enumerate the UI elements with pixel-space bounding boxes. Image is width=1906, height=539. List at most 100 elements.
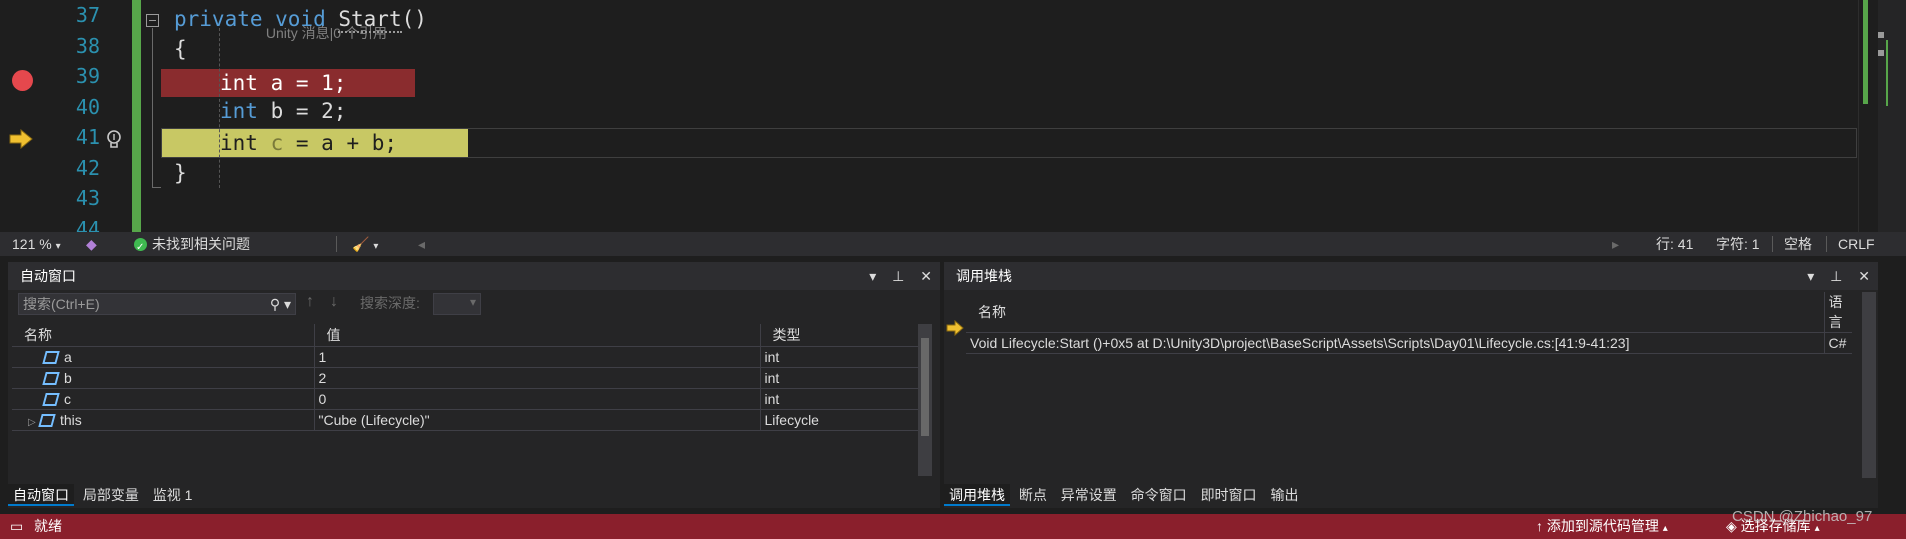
variable-name-cell[interactable]: ▷ this xyxy=(12,409,315,431)
variable-name: c xyxy=(257,131,284,155)
tab-locals[interactable]: 局部变量 xyxy=(78,484,144,506)
search-next-icon[interactable]: ↓ xyxy=(330,293,338,311)
search-placeholder: 搜索(Ctrl+E) xyxy=(23,296,100,312)
editor-overview-ruler[interactable] xyxy=(1878,0,1906,232)
call-stack-table: 名称 语言 Void Lifecycle:Start ()+0x5 at D:\… xyxy=(966,292,1852,354)
scroll-left-icon[interactable]: ◂ xyxy=(418,232,425,256)
current-frame-arrow-icon xyxy=(946,320,964,336)
variable-name: a xyxy=(64,348,72,365)
call-stack-title-bar: 调用堆栈 ▾ ⊥ ✕ xyxy=(944,262,1878,290)
scrollbar-thumb[interactable] xyxy=(1865,306,1873,462)
code-cleanup-icon[interactable]: 🧹 ▾ xyxy=(352,232,378,256)
table-row[interactable]: Void Lifecycle:Start ()+0x5 at D:\Unity3… xyxy=(966,332,1852,354)
table-row[interactable]: b 2 int xyxy=(12,367,920,389)
status-ready: 就绪 xyxy=(34,518,62,534)
variable-name-cell[interactable]: b xyxy=(12,367,315,389)
char-indicator[interactable]: 字符: 1 xyxy=(1716,232,1760,256)
issues-indicator[interactable]: 未找到相关问题 xyxy=(134,232,250,260)
tab-command-window[interactable]: 命令窗口 xyxy=(1126,484,1192,506)
ruler-change-marker xyxy=(1886,40,1888,106)
line-number: 42 xyxy=(75,155,100,180)
search-icon[interactable]: ⚲ ▾ xyxy=(270,294,291,314)
intellicode-icon[interactable]: ◆ xyxy=(86,232,97,256)
variable-name-cell[interactable]: c xyxy=(12,388,315,410)
line-indicator[interactable]: 行: 41 xyxy=(1656,232,1693,256)
field-icon xyxy=(38,413,56,427)
call-stack-window: 调用堆栈 ▾ ⊥ ✕ 名称 语言 Void Lifecycle:Start ()… xyxy=(944,262,1878,508)
search-depth-label: 搜索深度: xyxy=(360,295,420,311)
stack-frame-cell[interactable]: Void Lifecycle:Start ()+0x5 at D:\Unity3… xyxy=(966,332,1825,354)
editor-status-line: 121 % ▾ ◆ 未找到相关问题 🧹 ▾ ◂ ▸ 行: 41 字符: 1 空格… xyxy=(0,232,1906,260)
field-icon xyxy=(42,392,60,406)
close-icon[interactable]: ✕ xyxy=(920,268,932,284)
column-header-name[interactable]: 名称 xyxy=(966,292,1825,333)
breakpoint-icon[interactable] xyxy=(12,70,33,91)
column-header-value[interactable]: 值 xyxy=(314,324,761,347)
pin-icon[interactable]: ⊥ xyxy=(1830,268,1842,284)
whitespace-indicator[interactable]: 空格 xyxy=(1784,232,1812,256)
search-previous-icon[interactable]: ↑ xyxy=(306,293,314,311)
change-tracking-bar xyxy=(132,0,141,232)
code-editor[interactable]: 37 38 39 40 41 42 43 44 Unity 消息|0 个引用 p… xyxy=(0,0,1906,241)
chevron-down-icon[interactable]: ▾ xyxy=(56,241,61,252)
scrollbar-thumb[interactable] xyxy=(921,338,929,436)
autos-vertical-scrollbar[interactable] xyxy=(918,324,932,476)
code-text: b = 2; xyxy=(257,99,347,123)
search-depth-select[interactable] xyxy=(433,293,481,315)
notification-icon[interactable]: ▭ xyxy=(10,514,23,539)
variable-value-cell[interactable]: 0 xyxy=(314,388,761,410)
zoom-level[interactable]: 121 % ▾ xyxy=(12,232,61,256)
dropdown-icon[interactable]: ▾ xyxy=(869,268,876,284)
variable-name: b xyxy=(64,369,72,386)
table-row[interactable]: c 0 int xyxy=(12,388,920,410)
call-stack-vertical-scrollbar[interactable] xyxy=(1862,292,1876,478)
check-icon xyxy=(134,236,147,260)
tab-call-stack[interactable]: 调用堆栈 xyxy=(944,484,1010,506)
tab-output[interactable]: 输出 xyxy=(1265,484,1303,506)
collapse-outline-icon[interactable] xyxy=(146,14,159,27)
dropdown-icon[interactable]: ▾ xyxy=(1807,268,1814,284)
column-header-language[interactable]: 语言 xyxy=(1824,292,1852,333)
autos-table: 名称 值 类型 a 1 int b 2 int c 0 int ▷ this "… xyxy=(12,324,920,431)
panel-title: 自动窗口 xyxy=(20,268,76,284)
keyword: private void xyxy=(174,7,339,31)
issues-label: 未找到相关问题 xyxy=(152,236,250,252)
variable-value-cell[interactable]: 2 xyxy=(314,367,761,389)
tab-breakpoints[interactable]: 断点 xyxy=(1014,484,1052,506)
variable-name-cell[interactable]: a xyxy=(12,346,315,368)
editor-vertical-scrollbar[interactable] xyxy=(1858,0,1878,232)
zoom-label[interactable]: 121 % xyxy=(12,236,52,252)
line-numbers: 37 38 39 40 41 42 43 44 xyxy=(40,0,104,244)
status-bar: ▭ 就绪 ↑ 添加到源代码管理 ▴ ◈ 选择存储库 ▴ CSDN @Zhicha… xyxy=(0,508,1906,539)
variable-type-cell: int xyxy=(760,346,920,368)
glyph-margin[interactable] xyxy=(0,0,40,232)
scroll-right-icon[interactable]: ▸ xyxy=(1612,232,1619,256)
line-ending-indicator[interactable]: CRLF xyxy=(1838,232,1875,256)
variable-value-cell[interactable]: 1 xyxy=(314,346,761,368)
variable-type-cell: int xyxy=(760,388,920,410)
autos-window: 自动窗口 ▾ ⊥ ✕ 搜索(Ctrl+E) ⚲ ▾ ↑ ↓ 搜索深度: 名称 值… xyxy=(8,262,940,508)
variable-type-cell: Lifecycle xyxy=(760,409,920,431)
divider xyxy=(1772,236,1773,252)
source-control-button[interactable]: ↑ 添加到源代码管理 ▴ xyxy=(1536,514,1668,539)
table-row[interactable]: a 1 int xyxy=(12,346,920,368)
variable-value-cell[interactable]: "Cube (Lifecycle)" xyxy=(314,409,761,431)
variable-name: this xyxy=(60,411,82,428)
close-icon[interactable]: ✕ xyxy=(1858,268,1870,284)
code-line-38: { xyxy=(174,34,187,64)
tab-exception-settings[interactable]: 异常设置 xyxy=(1056,484,1122,506)
tab-immediate-window[interactable]: 即时窗口 xyxy=(1196,484,1262,506)
code-text: { xyxy=(174,37,187,61)
lightbulb-icon[interactable] xyxy=(103,128,125,152)
tab-watch-1[interactable]: 监视 1 xyxy=(148,484,198,506)
tab-autos[interactable]: 自动窗口 xyxy=(8,484,74,506)
current-statement-arrow-icon xyxy=(9,129,33,149)
table-row[interactable]: ▷ this "Cube (Lifecycle)" Lifecycle xyxy=(12,409,920,431)
panel-tools: ▾ ⊥ ✕ xyxy=(857,262,932,290)
search-input[interactable]: 搜索(Ctrl+E) ⚲ ▾ xyxy=(18,293,296,315)
column-header-name[interactable]: 名称 xyxy=(12,324,315,347)
panel-title: 调用堆栈 xyxy=(956,268,1012,284)
column-header-type[interactable]: 类型 xyxy=(760,324,920,347)
pin-icon[interactable]: ⊥ xyxy=(892,268,904,284)
code-text: a = 1; xyxy=(257,71,347,95)
